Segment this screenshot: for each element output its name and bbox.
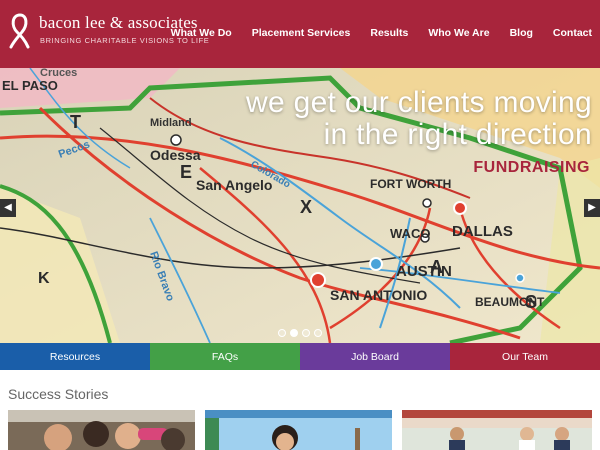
chevron-left-icon: ◀ bbox=[4, 202, 12, 213]
map-label: A bbox=[430, 257, 443, 277]
map-label: Cruces bbox=[40, 68, 77, 79]
chevron-right-icon: ▶ bbox=[588, 202, 596, 213]
map-label: FORT WORTH bbox=[370, 177, 451, 191]
success-story-thumb[interactable] bbox=[8, 410, 195, 450]
map-label: Midland bbox=[150, 117, 192, 129]
resources-link[interactable]: Resources bbox=[0, 343, 150, 370]
map-label: E bbox=[180, 162, 192, 182]
map-label: X bbox=[300, 197, 312, 217]
map-label: EL PASO bbox=[2, 78, 58, 93]
hero-category-tag: FUNDRAISING bbox=[473, 159, 590, 176]
map-label: DALLAS bbox=[452, 223, 513, 240]
slider-prev-button[interactable]: ◀ bbox=[0, 199, 16, 217]
success-stories-heading: Success Stories bbox=[8, 386, 109, 402]
nav-contact[interactable]: Contact bbox=[543, 27, 592, 39]
our-team-link[interactable]: Our Team bbox=[450, 343, 600, 370]
success-story-thumb[interactable] bbox=[205, 410, 392, 450]
map-label: S bbox=[525, 292, 537, 312]
nav-blog[interactable]: Blog bbox=[500, 27, 543, 39]
hero-headline-line1: we get our clients moving bbox=[246, 86, 592, 119]
slider-dot[interactable] bbox=[314, 329, 322, 337]
page: bacon lee & associates BRINGING CHARITAB… bbox=[0, 0, 600, 450]
map-label: K bbox=[38, 270, 50, 287]
slider-next-button[interactable]: ▶ bbox=[584, 199, 600, 217]
quick-links-bar: Resources FAQs Job Board Our Team bbox=[0, 343, 600, 370]
map-label: WACO bbox=[390, 226, 430, 241]
nav-what-we-do[interactable]: What We Do bbox=[161, 27, 242, 39]
slider-dot[interactable] bbox=[278, 329, 286, 337]
site-header: bacon lee & associates BRINGING CHARITAB… bbox=[0, 0, 600, 68]
nav-results[interactable]: Results bbox=[360, 27, 418, 39]
faqs-link[interactable]: FAQs bbox=[150, 343, 300, 370]
job-board-link[interactable]: Job Board bbox=[300, 343, 450, 370]
map-label: AUSTIN bbox=[396, 263, 452, 280]
hero-headline-line2: in the right direction bbox=[323, 118, 592, 151]
nav-who-we-are[interactable]: Who We Are bbox=[418, 27, 499, 39]
map-label: San Angelo bbox=[196, 177, 273, 193]
main-nav: What We Do Placement Services Results Wh… bbox=[161, 27, 592, 39]
slider-dot[interactable] bbox=[302, 329, 310, 337]
ribbon-logo-icon bbox=[9, 13, 30, 49]
slider-dots bbox=[278, 329, 322, 337]
map-label: SAN ANTONIO bbox=[330, 287, 427, 303]
hero-slider: EL PASO Midland Odessa San Angelo Colora… bbox=[0, 68, 600, 343]
map-label: Odessa bbox=[150, 147, 201, 163]
nav-placement-services[interactable]: Placement Services bbox=[242, 27, 361, 39]
success-story-thumb[interactable] bbox=[402, 410, 592, 450]
slider-dot-active[interactable] bbox=[290, 329, 298, 337]
success-stories-gallery bbox=[8, 410, 600, 450]
map-label: T bbox=[70, 112, 81, 132]
